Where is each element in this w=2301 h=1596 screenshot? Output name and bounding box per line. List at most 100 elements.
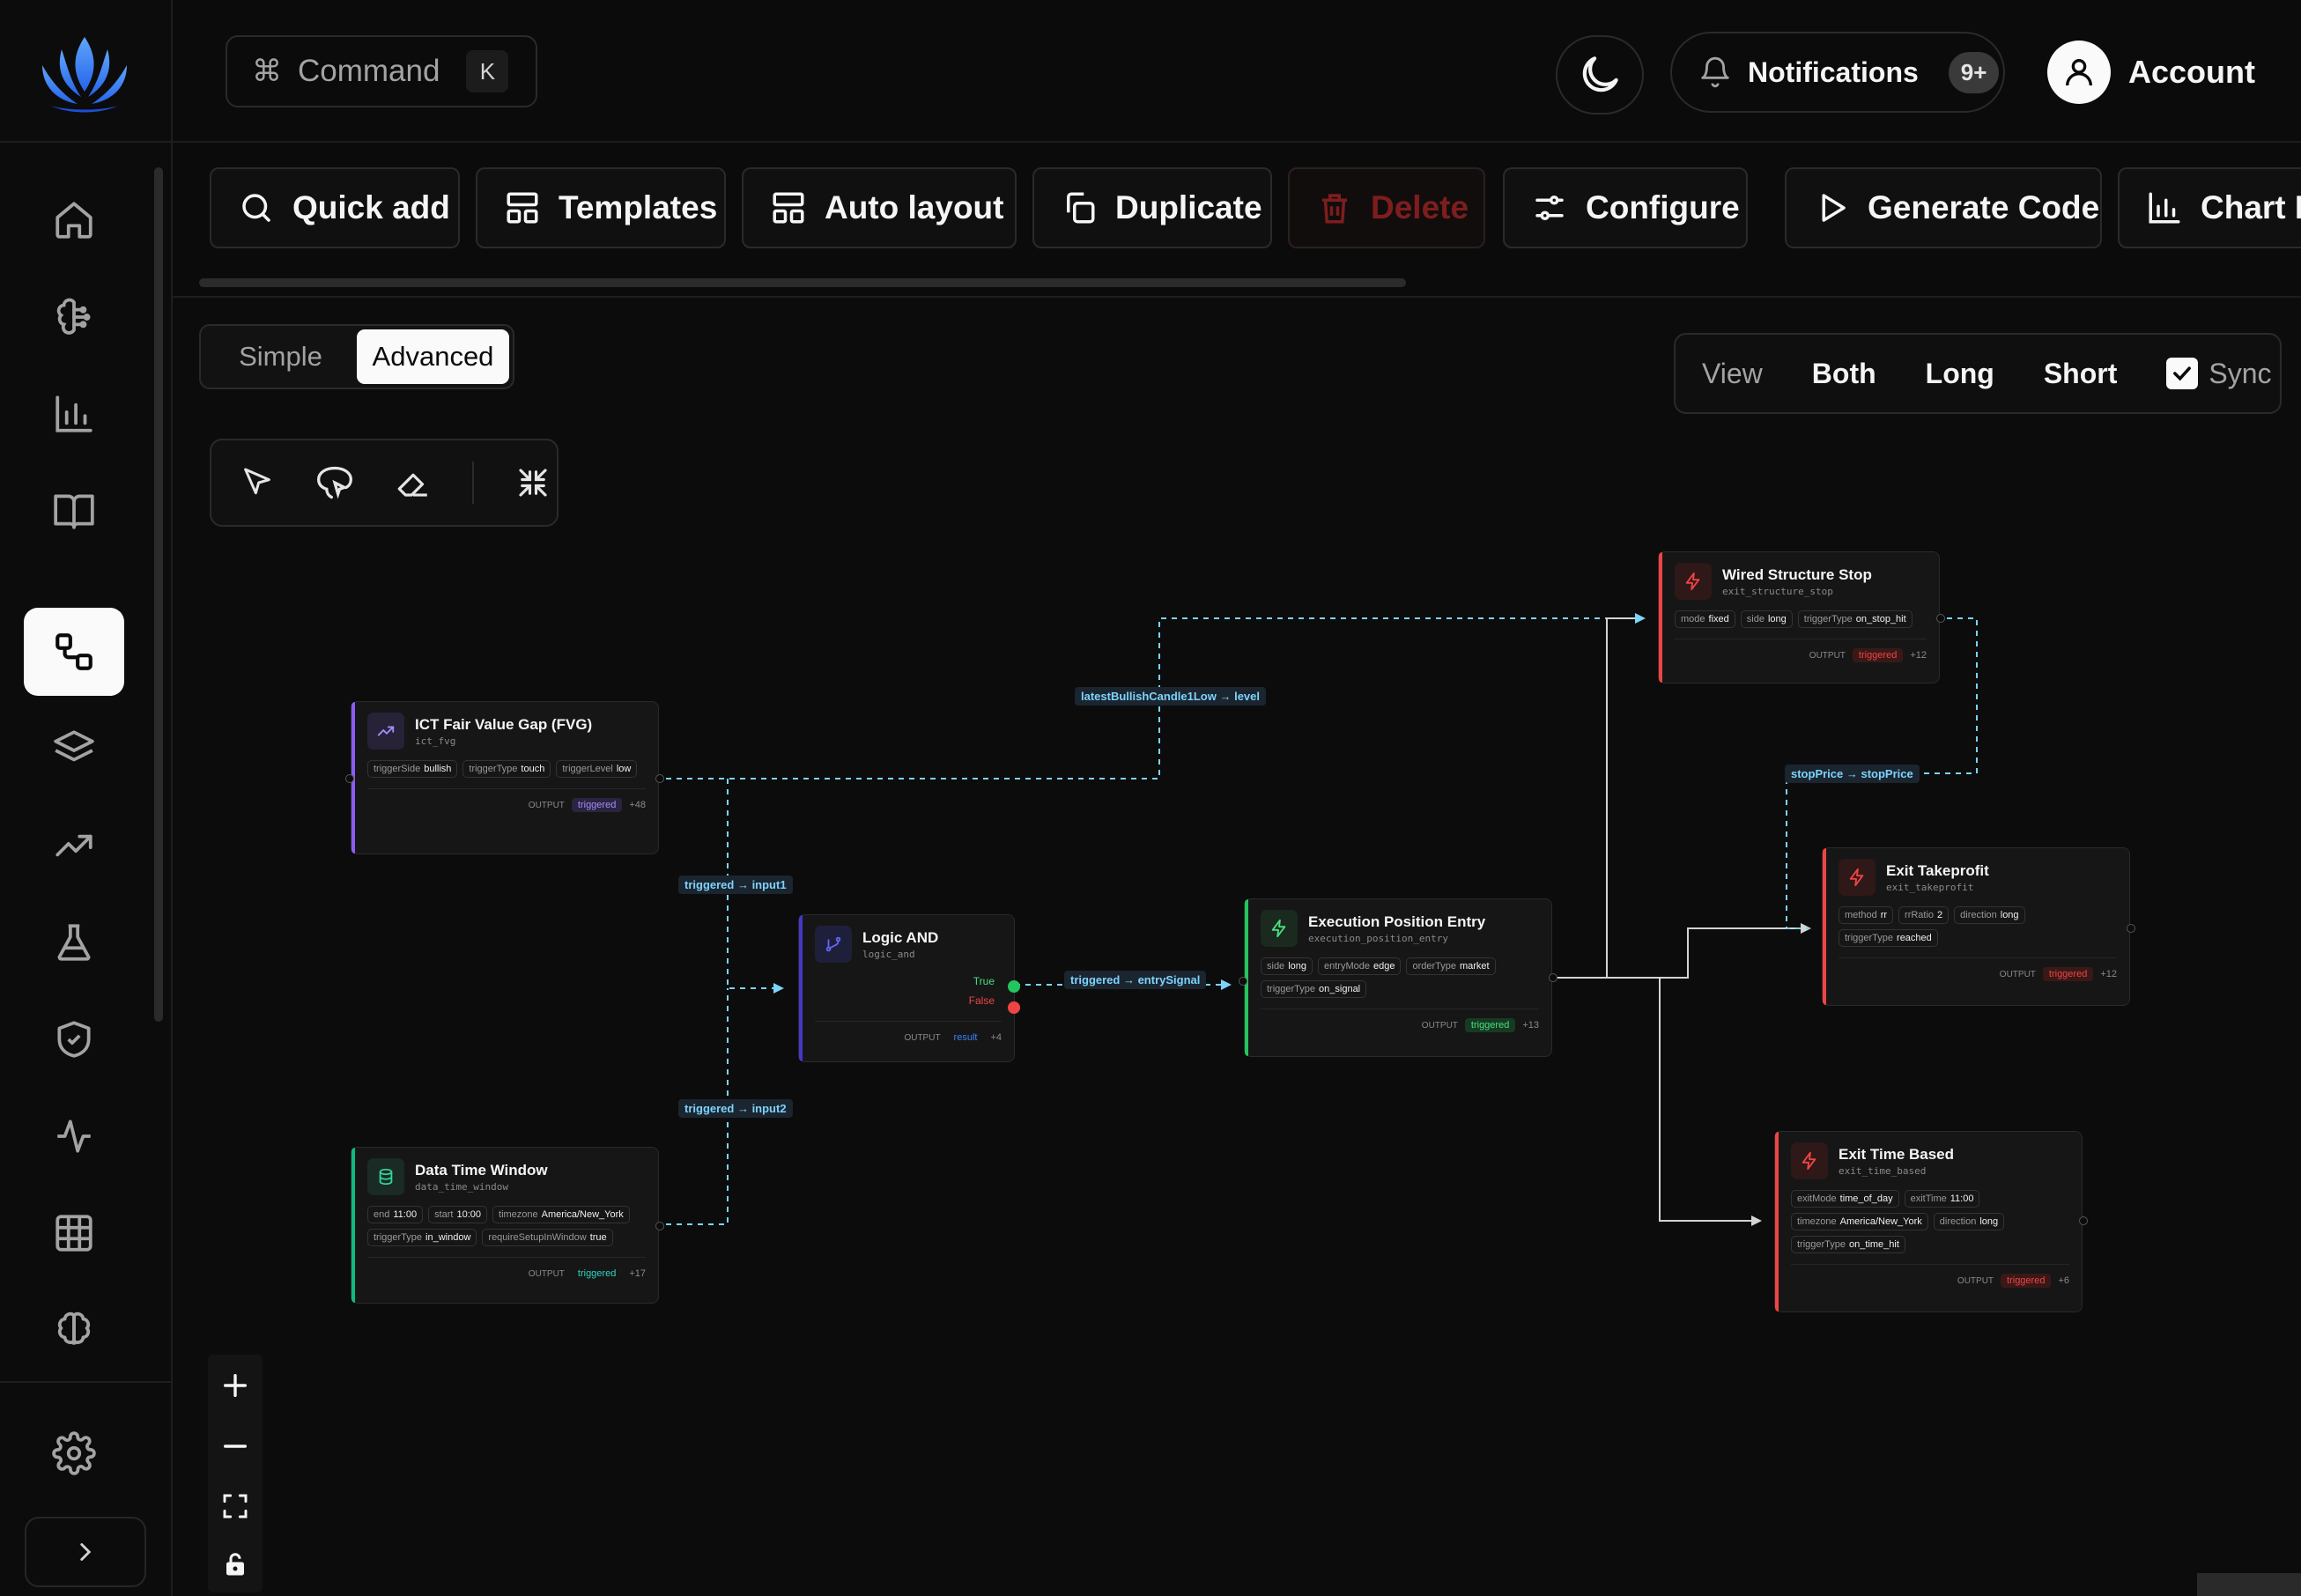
output-port[interactable] xyxy=(2127,924,2135,933)
quick-add-button[interactable]: Quick add xyxy=(210,167,460,248)
node-id: ict_fvg xyxy=(415,735,456,747)
command-palette-button[interactable]: ⌘ Command K xyxy=(226,35,537,107)
nav-models[interactable] xyxy=(24,1286,124,1374)
moon-icon xyxy=(1582,56,1618,92)
node-output: OUTPUT triggered +17 xyxy=(528,1268,646,1279)
output-port[interactable] xyxy=(2079,1216,2088,1225)
false-port[interactable] xyxy=(1008,1001,1020,1014)
param-chip: timezone America/New_York xyxy=(492,1206,630,1223)
param-chip: exitMode time_of_day xyxy=(1791,1190,1899,1208)
node-params: exitMode time_of_day exitTime 11:00 timezo… xyxy=(1791,1190,2069,1253)
view-filter-label: View xyxy=(1702,357,1763,389)
node-id: exit_structure_stop xyxy=(1722,585,1833,597)
node-params: method rr rrRatio 2 direction long triggerT… xyxy=(1839,906,2117,947)
trending-up-icon xyxy=(55,834,92,857)
input-port[interactable] xyxy=(1239,977,1247,986)
output-port[interactable] xyxy=(655,774,664,783)
templates-button[interactable]: Templates xyxy=(476,167,726,248)
edge-label-fvg-to-and[interactable]: triggered → input1 xyxy=(678,876,793,894)
extra-count: +12 xyxy=(1910,650,1927,661)
nav-layers[interactable] xyxy=(24,705,124,793)
param-chip: orderType market xyxy=(1406,957,1496,975)
gear-icon xyxy=(52,1431,96,1475)
edge-label-and-to-entry[interactable]: triggered → entrySignal xyxy=(1064,971,1207,989)
sync-label: Sync xyxy=(2209,357,2272,389)
node-time-based[interactable]: Exit Time Based exit_time_based exitMode… xyxy=(1774,1131,2088,1312)
nav-workflow[interactable] xyxy=(24,608,124,696)
sidebar-bottom-divider xyxy=(0,1381,173,1383)
shrink-icon[interactable] xyxy=(514,464,551,501)
node-title: Logic AND xyxy=(862,928,939,946)
zap-icon xyxy=(1791,1142,1828,1179)
fit-view-icon[interactable] xyxy=(221,1492,249,1520)
pointer-icon[interactable] xyxy=(240,465,275,500)
nav-settings[interactable] xyxy=(24,1409,124,1497)
sidebar-scrollbar[interactable] xyxy=(150,150,167,1374)
param-chip: requireSetupInWindow true xyxy=(482,1229,613,1246)
layout-icon xyxy=(773,192,804,224)
sidebar-expand-button[interactable] xyxy=(25,1517,146,1587)
param-chip: mode fixed xyxy=(1675,610,1735,628)
view-long[interactable]: Long xyxy=(1926,358,1994,390)
nav-grid[interactable] xyxy=(24,1189,124,1277)
extra-count: +4 xyxy=(990,1032,1002,1043)
param-chip: triggerLevel low xyxy=(556,760,638,778)
node-title: ICT Fair Value Gap (FVG) xyxy=(415,715,593,733)
duplicate-button[interactable]: Duplicate xyxy=(1032,167,1272,248)
generate-code-label: Generate Code xyxy=(1868,189,2100,225)
node-structure-stop[interactable]: Wired Structure Stop exit_structure_stop… xyxy=(1658,551,1945,683)
output-port[interactable] xyxy=(1549,973,1557,982)
notifications-button[interactable]: Notifications 9+ xyxy=(1670,32,2005,113)
lasso-icon[interactable] xyxy=(315,463,354,502)
mode-simple[interactable]: Simple xyxy=(204,329,357,384)
app-logo[interactable] xyxy=(35,30,134,115)
account-button[interactable]: Account xyxy=(2047,35,2255,109)
input-port[interactable] xyxy=(345,774,354,783)
sliders-icon xyxy=(1535,196,1564,220)
edge-label-time-to-and[interactable]: triggered → input2 xyxy=(678,1099,793,1118)
auto-layout-button[interactable]: Auto layout xyxy=(742,167,1017,248)
nav-docs[interactable] xyxy=(24,467,124,555)
configure-button[interactable]: Configure xyxy=(1503,167,1748,248)
plus-icon[interactable] xyxy=(220,1371,250,1400)
output-port[interactable] xyxy=(655,1222,664,1230)
nav-home[interactable] xyxy=(24,176,124,264)
node-time-window[interactable]: Data Time Window data_time_window end 11:… xyxy=(351,1147,664,1304)
true-port[interactable] xyxy=(1008,980,1020,993)
view-filter: View Both Long Short Sync xyxy=(1674,333,2282,414)
output-port[interactable] xyxy=(1936,614,1945,623)
copy-icon xyxy=(1067,192,1095,224)
view-both[interactable]: Both xyxy=(1812,358,1876,390)
lock-icon[interactable] xyxy=(222,1551,248,1578)
search-icon xyxy=(242,194,270,222)
nav-ai[interactable] xyxy=(24,273,124,361)
nav-risk[interactable] xyxy=(24,995,124,1083)
chart-export-button[interactable]: Chart E xyxy=(2118,167,2301,248)
nav-lab[interactable] xyxy=(24,898,124,986)
edge-label-fvg-to-stop[interactable]: latestBullishCandle1Low → level xyxy=(1075,687,1266,706)
node-params: mode fixed side long triggerType on_stop_hi… xyxy=(1675,610,1927,628)
node-fvg[interactable]: ICT Fair Value Gap (FVG) ict_fvg trigger… xyxy=(345,701,664,854)
nav-activity[interactable] xyxy=(24,1092,124,1180)
theme-toggle-button[interactable] xyxy=(1556,35,1644,115)
output-pill: triggered xyxy=(1852,648,1904,662)
duplicate-label: Duplicate xyxy=(1115,189,1262,225)
bell-icon xyxy=(1701,56,1729,88)
node-logic-and[interactable]: Logic AND logic_and True False OUTPUT re… xyxy=(798,914,1020,1062)
mode-advanced[interactable]: Advanced xyxy=(357,329,509,384)
generate-code-button[interactable]: Generate Code xyxy=(1785,167,2102,248)
nav-analytics[interactable] xyxy=(24,370,124,458)
node-takeprofit[interactable]: Exit Takeprofit exit_takeprofit method rr… xyxy=(1822,847,2135,1006)
toolbar-horizontal-scrollbar[interactable] xyxy=(199,275,1432,289)
eraser-icon[interactable] xyxy=(395,464,432,501)
sync-checkbox[interactable]: Sync xyxy=(2166,357,2272,390)
nav-trends[interactable] xyxy=(24,802,124,890)
minus-icon[interactable] xyxy=(220,1431,250,1461)
workflow-canvas[interactable]: latestBullishCandle1Low → level triggere… xyxy=(173,298,2301,1596)
node-entry[interactable]: Execution Position Entry execution_posit… xyxy=(1239,898,1557,1057)
delete-button[interactable]: Delete xyxy=(1288,167,1485,248)
view-short[interactable]: Short xyxy=(2044,358,2118,390)
output-pill: triggered xyxy=(1464,1018,1516,1032)
edge-label-stop-to-tp[interactable]: stopPrice → stopPrice xyxy=(1785,765,1920,783)
param-chip: side long xyxy=(1261,957,1313,975)
